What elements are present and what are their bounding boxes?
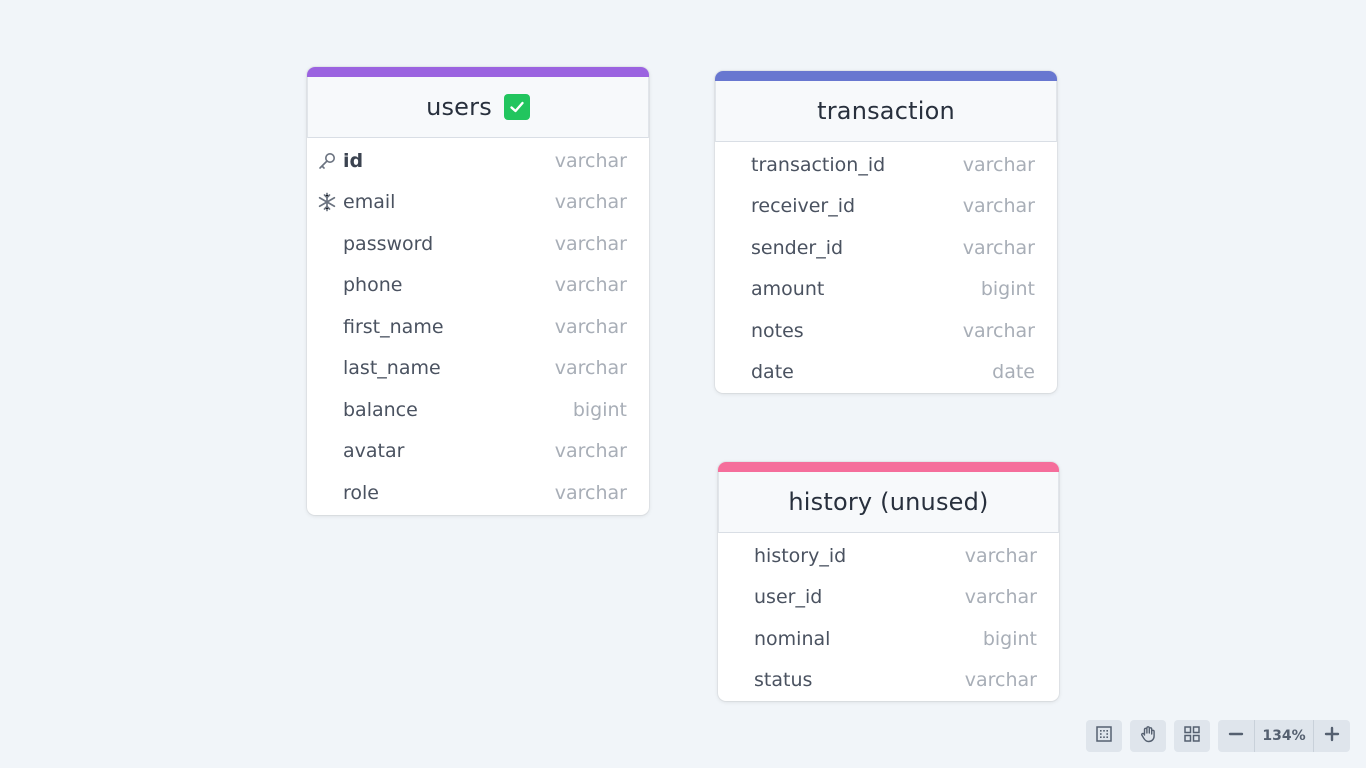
field-type: varchar bbox=[964, 544, 1037, 567]
field-name: receiver_id bbox=[751, 195, 856, 218]
field-name: avatar bbox=[343, 440, 405, 463]
field-type: varchar bbox=[964, 586, 1037, 609]
field-row[interactable]: notes varchar bbox=[715, 310, 1057, 352]
field-name: role bbox=[343, 481, 379, 504]
field-name: notes bbox=[751, 319, 804, 342]
field-name: sender_id bbox=[751, 236, 844, 259]
plus-icon bbox=[1324, 726, 1340, 746]
field-type: varchar bbox=[554, 274, 627, 297]
zoom-out-button[interactable] bbox=[1218, 720, 1254, 752]
field-name: balance bbox=[343, 398, 418, 421]
hand-icon bbox=[1139, 725, 1157, 747]
snowflake-icon bbox=[317, 192, 337, 212]
table-header[interactable]: history (unused) bbox=[718, 472, 1059, 533]
field-type: bigint bbox=[572, 398, 627, 421]
table-accent-bar bbox=[715, 71, 1057, 81]
field-row[interactable]: email varchar bbox=[307, 182, 649, 224]
field-row[interactable]: last_name varchar bbox=[307, 348, 649, 390]
field-row[interactable]: balance bigint bbox=[307, 389, 649, 431]
field-type: varchar bbox=[554, 191, 627, 214]
field-row[interactable]: sender_id varchar bbox=[715, 227, 1057, 269]
field-row[interactable]: avatar varchar bbox=[307, 431, 649, 473]
field-type: varchar bbox=[554, 440, 627, 463]
field-row[interactable]: password varchar bbox=[307, 223, 649, 265]
table-title: transaction bbox=[817, 97, 955, 125]
field-name: date bbox=[751, 361, 794, 384]
table-title: users bbox=[426, 93, 492, 121]
field-type: varchar bbox=[554, 357, 627, 380]
field-type: bigint bbox=[982, 627, 1037, 650]
field-name: email bbox=[343, 191, 396, 214]
field-row[interactable]: status varchar bbox=[718, 660, 1059, 702]
field-type: varchar bbox=[962, 195, 1035, 218]
field-name: amount bbox=[751, 278, 825, 301]
field-name: first_name bbox=[343, 315, 444, 338]
zoom-level[interactable]: 134% bbox=[1254, 720, 1314, 752]
field-name: last_name bbox=[343, 357, 441, 380]
field-name: id bbox=[343, 149, 364, 172]
field-row[interactable]: role varchar bbox=[307, 472, 649, 514]
field-row[interactable]: id varchar bbox=[307, 140, 649, 182]
table-history[interactable]: history (unused) history_id varchar user… bbox=[718, 462, 1059, 701]
field-type: varchar bbox=[962, 153, 1035, 176]
field-name: phone bbox=[343, 274, 403, 297]
field-type: varchar bbox=[554, 481, 627, 504]
table-accent-bar bbox=[718, 462, 1059, 472]
table-title: history (unused) bbox=[788, 488, 989, 516]
table-users[interactable]: users id varchar email varchar password … bbox=[307, 67, 649, 515]
zoom-in-button[interactable] bbox=[1314, 720, 1350, 752]
field-type: varchar bbox=[962, 319, 1035, 342]
minus-icon bbox=[1228, 726, 1244, 746]
canvas-toolbar: 134% bbox=[0, 720, 1366, 752]
field-type: bigint bbox=[980, 278, 1035, 301]
field-row[interactable]: amount bigint bbox=[715, 269, 1057, 311]
table-accent-bar bbox=[307, 67, 649, 77]
field-row[interactable]: first_name varchar bbox=[307, 306, 649, 348]
field-type: varchar bbox=[554, 232, 627, 255]
table-header[interactable]: transaction bbox=[715, 81, 1057, 142]
field-row[interactable]: history_id varchar bbox=[718, 535, 1059, 577]
field-type: varchar bbox=[554, 315, 627, 338]
field-row[interactable]: phone varchar bbox=[307, 265, 649, 307]
field-name: transaction_id bbox=[751, 153, 886, 176]
field-name: nominal bbox=[754, 627, 831, 650]
table-transaction[interactable]: transaction transaction_id varchar recei… bbox=[715, 71, 1057, 393]
field-type: varchar bbox=[964, 669, 1037, 692]
field-name: history_id bbox=[754, 544, 847, 567]
field-type: date bbox=[992, 361, 1035, 384]
field-row[interactable]: nominal bigint bbox=[718, 618, 1059, 660]
field-row[interactable]: receiver_id varchar bbox=[715, 186, 1057, 228]
fit-view-button[interactable] bbox=[1086, 720, 1122, 752]
zoom-controls: 134% bbox=[1218, 720, 1350, 752]
key-icon bbox=[317, 151, 337, 171]
pan-button[interactable] bbox=[1130, 720, 1166, 752]
field-row[interactable]: user_id varchar bbox=[718, 577, 1059, 619]
field-row[interactable]: date date bbox=[715, 352, 1057, 394]
field-name: password bbox=[343, 232, 434, 255]
table-header[interactable]: users bbox=[307, 77, 649, 138]
auto-layout-button[interactable] bbox=[1174, 720, 1210, 752]
field-row[interactable]: transaction_id varchar bbox=[715, 144, 1057, 186]
field-name: user_id bbox=[754, 586, 823, 609]
fit-view-icon bbox=[1095, 725, 1113, 747]
checkbox-checked-icon bbox=[503, 94, 530, 120]
field-name: status bbox=[754, 669, 813, 692]
grid-layout-icon bbox=[1183, 725, 1201, 747]
field-type: varchar bbox=[554, 149, 627, 172]
field-type: varchar bbox=[962, 236, 1035, 259]
